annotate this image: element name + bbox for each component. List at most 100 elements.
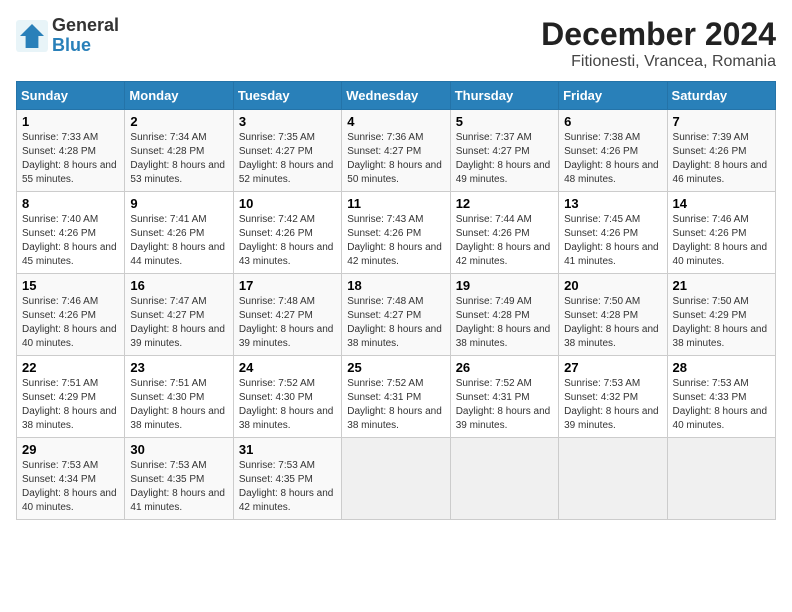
- col-monday: Monday: [125, 82, 233, 110]
- day-number: 30: [130, 442, 227, 457]
- table-row: 25 Sunrise: 7:52 AM Sunset: 4:31 PM Dayl…: [342, 356, 450, 438]
- day-info: Sunrise: 7:38 AM Sunset: 4:26 PM Dayligh…: [564, 132, 659, 185]
- day-info: Sunrise: 7:53 AM Sunset: 4:34 PM Dayligh…: [22, 460, 117, 513]
- col-saturday: Saturday: [667, 82, 775, 110]
- table-row: 19 Sunrise: 7:49 AM Sunset: 4:28 PM Dayl…: [450, 274, 558, 356]
- day-info: Sunrise: 7:50 AM Sunset: 4:28 PM Dayligh…: [564, 296, 659, 349]
- table-row: 29 Sunrise: 7:53 AM Sunset: 4:34 PM Dayl…: [17, 438, 125, 520]
- day-info: Sunrise: 7:40 AM Sunset: 4:26 PM Dayligh…: [22, 214, 117, 267]
- day-number: 4: [347, 114, 444, 129]
- day-info: Sunrise: 7:51 AM Sunset: 4:29 PM Dayligh…: [22, 378, 117, 431]
- day-number: 19: [456, 278, 553, 293]
- table-row: 30 Sunrise: 7:53 AM Sunset: 4:35 PM Dayl…: [125, 438, 233, 520]
- calendar-row: 1 Sunrise: 7:33 AM Sunset: 4:28 PM Dayli…: [17, 110, 776, 192]
- day-info: Sunrise: 7:53 AM Sunset: 4:33 PM Dayligh…: [673, 378, 768, 431]
- day-info: Sunrise: 7:34 AM Sunset: 4:28 PM Dayligh…: [130, 132, 225, 185]
- day-number: 8: [22, 196, 119, 211]
- table-row: 26 Sunrise: 7:52 AM Sunset: 4:31 PM Dayl…: [450, 356, 558, 438]
- table-row: 21 Sunrise: 7:50 AM Sunset: 4:29 PM Dayl…: [667, 274, 775, 356]
- day-info: Sunrise: 7:37 AM Sunset: 4:27 PM Dayligh…: [456, 132, 551, 185]
- day-number: 3: [239, 114, 336, 129]
- table-row: 2 Sunrise: 7:34 AM Sunset: 4:28 PM Dayli…: [125, 110, 233, 192]
- table-row: 1 Sunrise: 7:33 AM Sunset: 4:28 PM Dayli…: [17, 110, 125, 192]
- day-number: 7: [673, 114, 770, 129]
- col-wednesday: Wednesday: [342, 82, 450, 110]
- day-info: Sunrise: 7:45 AM Sunset: 4:26 PM Dayligh…: [564, 214, 659, 267]
- day-info: Sunrise: 7:47 AM Sunset: 4:27 PM Dayligh…: [130, 296, 225, 349]
- table-row: 8 Sunrise: 7:40 AM Sunset: 4:26 PM Dayli…: [17, 192, 125, 274]
- day-number: 28: [673, 360, 770, 375]
- calendar-row: 8 Sunrise: 7:40 AM Sunset: 4:26 PM Dayli…: [17, 192, 776, 274]
- day-number: 31: [239, 442, 336, 457]
- day-info: Sunrise: 7:36 AM Sunset: 4:27 PM Dayligh…: [347, 132, 442, 185]
- day-number: 11: [347, 196, 444, 211]
- day-number: 14: [673, 196, 770, 211]
- day-info: Sunrise: 7:41 AM Sunset: 4:26 PM Dayligh…: [130, 214, 225, 267]
- day-info: Sunrise: 7:52 AM Sunset: 4:30 PM Dayligh…: [239, 378, 334, 431]
- calendar-row: 22 Sunrise: 7:51 AM Sunset: 4:29 PM Dayl…: [17, 356, 776, 438]
- calendar-row: 15 Sunrise: 7:46 AM Sunset: 4:26 PM Dayl…: [17, 274, 776, 356]
- logo-icon: [16, 20, 48, 52]
- table-row: 28 Sunrise: 7:53 AM Sunset: 4:33 PM Dayl…: [667, 356, 775, 438]
- table-row: [667, 438, 775, 520]
- day-number: 9: [130, 196, 227, 211]
- day-info: Sunrise: 7:51 AM Sunset: 4:30 PM Dayligh…: [130, 378, 225, 431]
- table-row: [559, 438, 667, 520]
- logo-line1: General: [52, 16, 119, 36]
- location-title: Fitionesti, Vrancea, Romania: [541, 53, 776, 71]
- table-row: 15 Sunrise: 7:46 AM Sunset: 4:26 PM Dayl…: [17, 274, 125, 356]
- table-row: 23 Sunrise: 7:51 AM Sunset: 4:30 PM Dayl…: [125, 356, 233, 438]
- day-number: 20: [564, 278, 661, 293]
- day-number: 27: [564, 360, 661, 375]
- day-number: 25: [347, 360, 444, 375]
- table-row: 5 Sunrise: 7:37 AM Sunset: 4:27 PM Dayli…: [450, 110, 558, 192]
- day-info: Sunrise: 7:48 AM Sunset: 4:27 PM Dayligh…: [347, 296, 442, 349]
- table-row: 3 Sunrise: 7:35 AM Sunset: 4:27 PM Dayli…: [233, 110, 341, 192]
- table-row: 11 Sunrise: 7:43 AM Sunset: 4:26 PM Dayl…: [342, 192, 450, 274]
- logo: General Blue: [16, 16, 119, 56]
- day-number: 23: [130, 360, 227, 375]
- day-number: 21: [673, 278, 770, 293]
- table-row: 4 Sunrise: 7:36 AM Sunset: 4:27 PM Dayli…: [342, 110, 450, 192]
- day-number: 16: [130, 278, 227, 293]
- day-info: Sunrise: 7:46 AM Sunset: 4:26 PM Dayligh…: [673, 214, 768, 267]
- day-number: 22: [22, 360, 119, 375]
- table-row: [342, 438, 450, 520]
- table-row: 10 Sunrise: 7:42 AM Sunset: 4:26 PM Dayl…: [233, 192, 341, 274]
- table-row: [450, 438, 558, 520]
- table-row: 31 Sunrise: 7:53 AM Sunset: 4:35 PM Dayl…: [233, 438, 341, 520]
- day-info: Sunrise: 7:44 AM Sunset: 4:26 PM Dayligh…: [456, 214, 551, 267]
- day-info: Sunrise: 7:52 AM Sunset: 4:31 PM Dayligh…: [456, 378, 551, 431]
- day-info: Sunrise: 7:50 AM Sunset: 4:29 PM Dayligh…: [673, 296, 768, 349]
- day-info: Sunrise: 7:49 AM Sunset: 4:28 PM Dayligh…: [456, 296, 551, 349]
- day-info: Sunrise: 7:46 AM Sunset: 4:26 PM Dayligh…: [22, 296, 117, 349]
- day-info: Sunrise: 7:52 AM Sunset: 4:31 PM Dayligh…: [347, 378, 442, 431]
- table-row: 27 Sunrise: 7:53 AM Sunset: 4:32 PM Dayl…: [559, 356, 667, 438]
- day-info: Sunrise: 7:53 AM Sunset: 4:35 PM Dayligh…: [130, 460, 225, 513]
- col-sunday: Sunday: [17, 82, 125, 110]
- header-row: Sunday Monday Tuesday Wednesday Thursday…: [17, 82, 776, 110]
- calendar-row: 29 Sunrise: 7:53 AM Sunset: 4:34 PM Dayl…: [17, 438, 776, 520]
- table-row: 13 Sunrise: 7:45 AM Sunset: 4:26 PM Dayl…: [559, 192, 667, 274]
- table-row: 7 Sunrise: 7:39 AM Sunset: 4:26 PM Dayli…: [667, 110, 775, 192]
- day-info: Sunrise: 7:43 AM Sunset: 4:26 PM Dayligh…: [347, 214, 442, 267]
- day-number: 29: [22, 442, 119, 457]
- table-row: 20 Sunrise: 7:50 AM Sunset: 4:28 PM Dayl…: [559, 274, 667, 356]
- day-number: 15: [22, 278, 119, 293]
- day-number: 1: [22, 114, 119, 129]
- day-info: Sunrise: 7:53 AM Sunset: 4:32 PM Dayligh…: [564, 378, 659, 431]
- table-row: 22 Sunrise: 7:51 AM Sunset: 4:29 PM Dayl…: [17, 356, 125, 438]
- day-number: 12: [456, 196, 553, 211]
- day-info: Sunrise: 7:39 AM Sunset: 4:26 PM Dayligh…: [673, 132, 768, 185]
- day-number: 17: [239, 278, 336, 293]
- day-number: 6: [564, 114, 661, 129]
- day-info: Sunrise: 7:35 AM Sunset: 4:27 PM Dayligh…: [239, 132, 334, 185]
- logo-line2: Blue: [52, 36, 119, 56]
- table-row: 6 Sunrise: 7:38 AM Sunset: 4:26 PM Dayli…: [559, 110, 667, 192]
- col-tuesday: Tuesday: [233, 82, 341, 110]
- logo-text: General Blue: [52, 16, 119, 56]
- table-row: 9 Sunrise: 7:41 AM Sunset: 4:26 PM Dayli…: [125, 192, 233, 274]
- col-friday: Friday: [559, 82, 667, 110]
- calendar-table: Sunday Monday Tuesday Wednesday Thursday…: [16, 81, 776, 520]
- month-title: December 2024: [541, 16, 776, 53]
